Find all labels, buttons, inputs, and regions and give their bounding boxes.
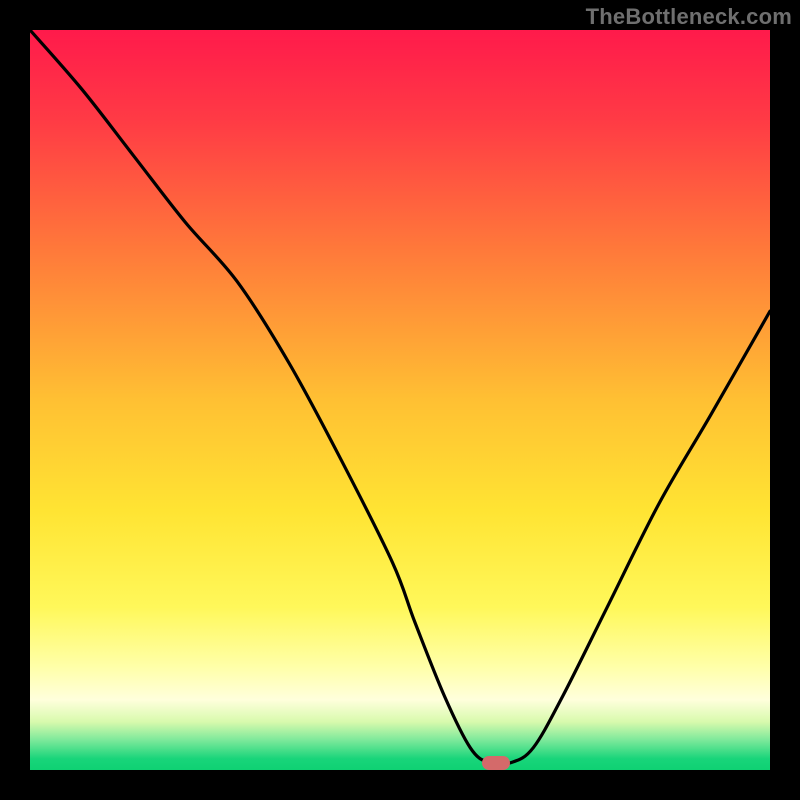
- plot-area: [30, 30, 770, 770]
- chart-frame: TheBottleneck.com: [0, 0, 800, 800]
- optimal-marker: [482, 756, 510, 770]
- bottleneck-curve: [30, 30, 770, 770]
- watermark-text: TheBottleneck.com: [586, 4, 792, 30]
